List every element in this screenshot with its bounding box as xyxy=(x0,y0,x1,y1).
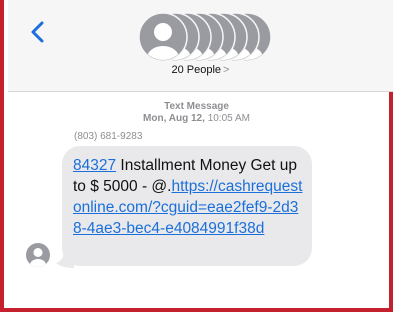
group-people-count: 20 People xyxy=(171,64,222,76)
date-label: Mon, Aug 12, xyxy=(143,113,205,124)
sender-number: (803) 681-9283 xyxy=(74,131,143,142)
stacked-avatar xyxy=(138,12,188,62)
person-avatar-icon[interactable] xyxy=(26,243,50,267)
group-avatar-stack-icon[interactable] xyxy=(138,12,280,62)
chevron-right-icon: > xyxy=(223,64,230,76)
screenshot-frame: 20 People > Text Message Mon, Aug 12, 10:… xyxy=(0,0,393,312)
chevron-left-icon[interactable] xyxy=(28,20,48,44)
shortcode-link[interactable]: 84327 xyxy=(73,157,116,174)
time-label: 10:05 AM xyxy=(207,113,250,124)
timestamp: Mon, Aug 12, 10:05 AM xyxy=(4,113,389,125)
group-people-label[interactable]: 20 People > xyxy=(8,64,393,76)
conversation-header: 20 People > xyxy=(8,0,393,92)
service-label: Text Message xyxy=(164,101,229,112)
message-bubble: 84327 Installment Money Get up to $ 5000… xyxy=(62,146,312,266)
